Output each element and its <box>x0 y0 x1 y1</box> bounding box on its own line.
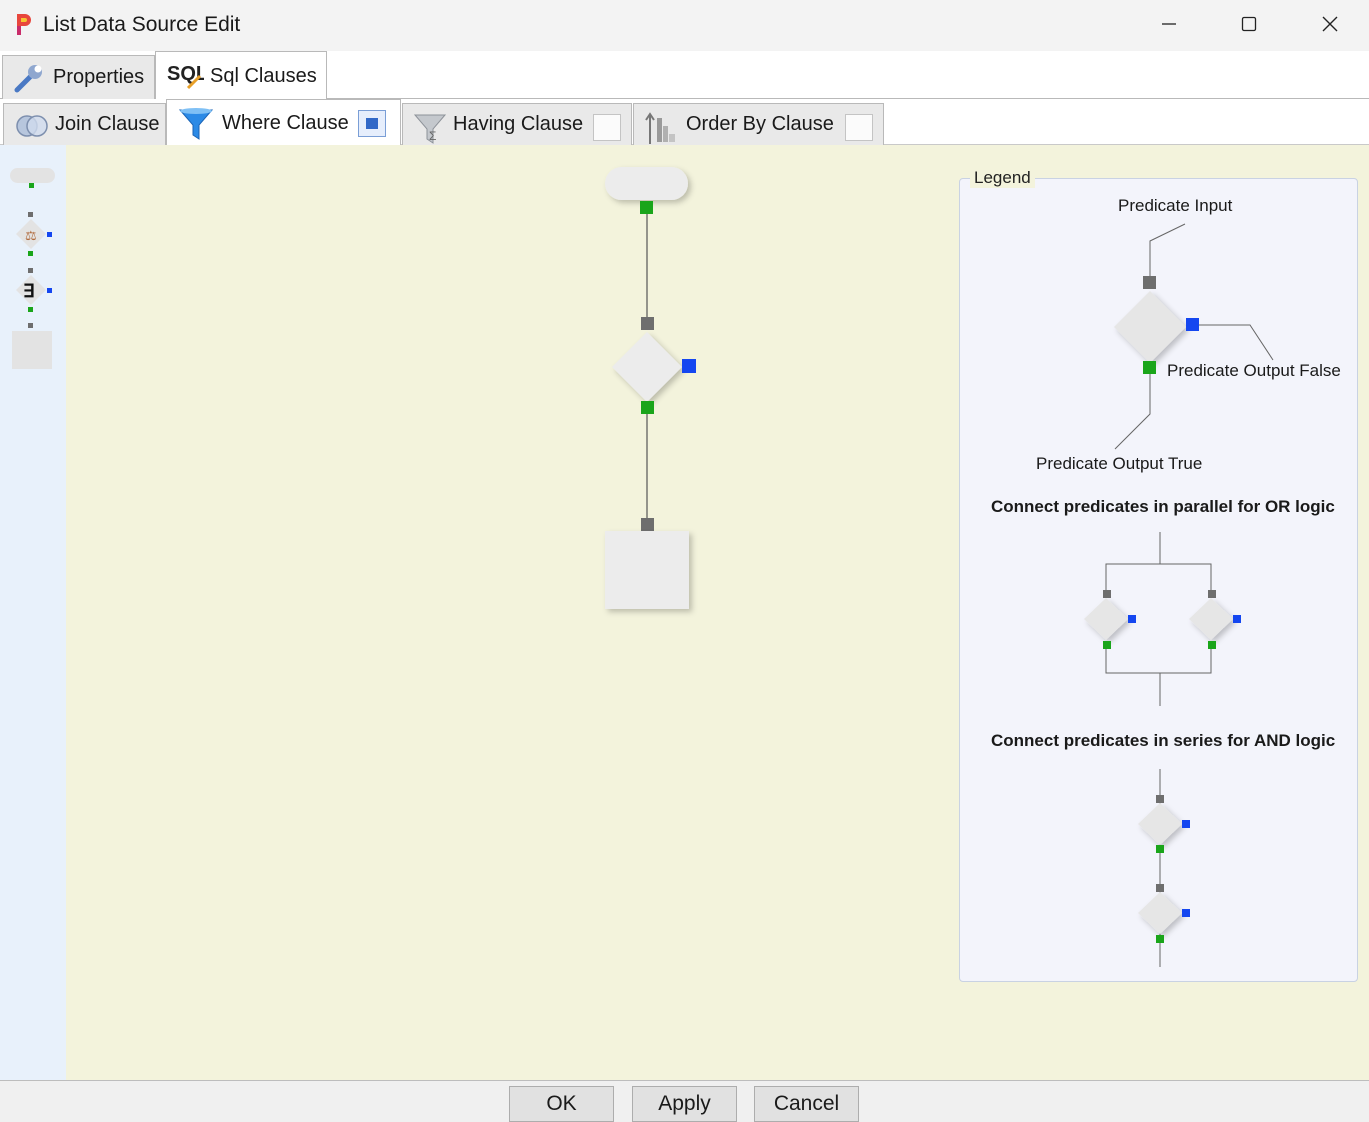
legend-predicate-output-false: Predicate Output False <box>1167 361 1341 380</box>
legend-predicate-input: Predicate Input <box>1118 196 1233 215</box>
join-icon <box>16 115 48 137</box>
tab-properties[interactable]: Properties <box>2 55 155 99</box>
sort-icon <box>645 112 675 144</box>
legend-and-logic-text: Connect predicates in series for AND log… <box>991 731 1336 750</box>
tab-order-by-clause-label: Order By Clause <box>686 113 834 135</box>
main-tab-strip: Properties SQL Sql Clauses <box>0 51 1369 100</box>
tab-join-clause-label: Join Clause <box>55 113 160 135</box>
canvas-predicate-node[interactable] <box>612 317 696 414</box>
having-clause-enable-checkbox[interactable] <box>593 114 621 141</box>
maximize-button[interactable] <box>1209 0 1289 48</box>
funnel-icon <box>178 108 214 140</box>
tab-having-clause[interactable]: Σ Having Clause <box>402 103 632 145</box>
legend-or-logic-text: Connect predicates in parallel for OR lo… <box>991 497 1335 516</box>
close-button[interactable] <box>1290 0 1369 48</box>
minimize-button[interactable] <box>1129 0 1209 48</box>
toolbox-condition-node[interactable]: ⚖ <box>16 212 52 256</box>
order-by-clause-enable-checkbox[interactable] <box>845 114 873 141</box>
sql-icon: SQL <box>167 63 204 90</box>
tab-sql-clauses[interactable]: SQL Sql Clauses <box>155 51 327 100</box>
list-data-source-edit-window: List Data Source Edit Properties SQL Sql <box>0 0 1369 1122</box>
where-clause-canvas[interactable]: Legend Predicate Input Predicate Output … <box>66 145 1369 1080</box>
tab-having-clause-label: Having Clause <box>453 113 584 135</box>
canvas-end-node[interactable] <box>605 518 689 609</box>
dialog-button-bar: OK Apply Cancel <box>0 1080 1369 1122</box>
toolbox-exists-node[interactable]: ∃ <box>16 268 52 312</box>
tab-where-clause[interactable]: Where Clause <box>166 99 401 146</box>
having-funnel-icon: Σ <box>413 114 447 144</box>
svg-text:Σ: Σ <box>429 129 436 143</box>
legend-diagram <box>1084 223 1274 967</box>
tab-sql-clauses-label: Sql Clauses <box>210 64 317 87</box>
apply-button[interactable]: Apply <box>632 1086 737 1122</box>
maximize-icon <box>1241 16 1257 32</box>
where-clause-enable-checkbox[interactable] <box>358 110 386 137</box>
node-toolbox: ⚖ ∃ <box>0 145 66 1080</box>
svg-text:SQL: SQL <box>167 63 204 85</box>
close-icon <box>1322 16 1338 32</box>
clause-tab-strip: Join Clause Where Clause Σ Having Clause <box>0 99 1369 146</box>
title-bar: List Data Source Edit <box>0 0 1369 51</box>
app-logo-icon <box>17 14 31 35</box>
canvas-start-node[interactable] <box>605 167 688 214</box>
minimize-icon <box>1162 23 1176 25</box>
tab-where-clause-label: Where Clause <box>222 111 349 134</box>
tab-order-by-clause[interactable]: Order By Clause <box>633 103 884 145</box>
legend-predicate-output-true: Predicate Output True <box>1036 454 1203 473</box>
tab-properties-label: Properties <box>53 66 145 88</box>
svg-text:⚖: ⚖ <box>25 228 37 243</box>
window-title: List Data Source Edit <box>43 13 241 36</box>
ok-button[interactable]: OK <box>509 1086 614 1122</box>
cancel-button[interactable]: Cancel <box>754 1086 859 1122</box>
svg-text:∃: ∃ <box>23 281 34 301</box>
tab-join-clause[interactable]: Join Clause <box>3 103 166 145</box>
toolbox-start-node[interactable] <box>10 168 55 188</box>
toolbox-end-node[interactable] <box>12 323 52 369</box>
legend-panel: Legend Predicate Input Predicate Output … <box>959 168 1358 982</box>
wrench-icon <box>14 65 42 93</box>
